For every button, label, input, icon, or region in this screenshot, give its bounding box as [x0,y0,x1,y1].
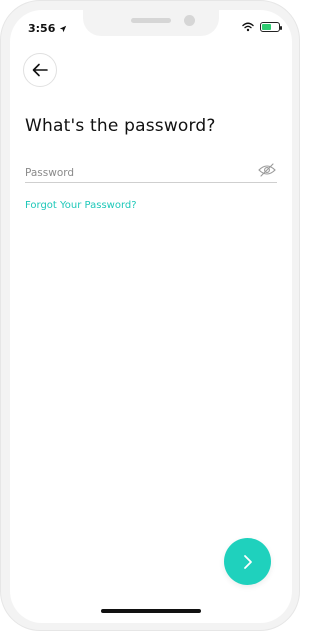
next-button[interactable] [224,538,271,585]
screen: 3:56 What's the password? Forgot Your Pa… [10,10,292,623]
password-visibility-toggle[interactable] [257,162,277,178]
status-bar-time: 3:56 [28,22,67,35]
home-indicator [101,609,201,613]
password-input[interactable] [25,164,250,182]
location-arrow-icon [60,25,67,32]
time-text: 3:56 [28,22,56,35]
battery-tip [280,26,282,30]
forgot-password-link[interactable]: Forgot Your Password? [25,200,137,211]
password-field [25,161,277,183]
device-frame: 3:56 What's the password? Forgot Your Pa… [0,0,300,631]
back-button[interactable] [23,53,57,87]
notch [83,10,219,36]
battery-icon [260,22,282,32]
page-title: What's the password? [25,116,216,136]
battery-level-fill [262,24,271,30]
wifi-icon [242,22,254,32]
eye-slash-icon [258,163,276,177]
status-bar-indicators [242,22,282,32]
arrow-left-icon [32,63,48,77]
speaker [131,18,171,23]
front-camera [184,15,195,26]
chevron-right-icon [243,554,252,569]
